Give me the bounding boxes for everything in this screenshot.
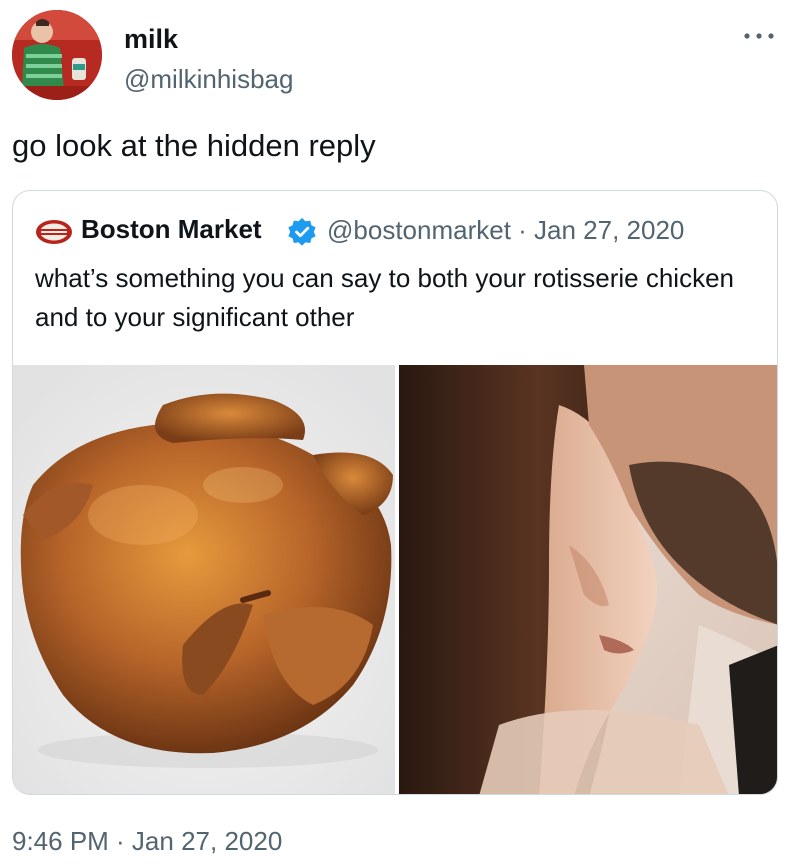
more-options-icon[interactable] <box>742 26 776 46</box>
rotisserie-chicken-image[interactable] <box>13 365 395 794</box>
avatar[interactable] <box>12 10 102 100</box>
boston-market-logo-icon <box>35 219 73 245</box>
verified-badge-icon <box>287 217 317 247</box>
quoted-author-handle-date[interactable]: @bostonmarket · Jan 27, 2020 <box>327 215 684 246</box>
tweet-header: milk @milkinhisbag <box>12 10 778 100</box>
author-handle[interactable]: @milkinhisbag <box>124 64 293 95</box>
couple-photo-image[interactable] <box>399 365 777 794</box>
quoted-tweet-text: what’s something you can say to both you… <box>35 263 734 332</box>
quoted-author-name[interactable]: Boston Market <box>81 214 262 245</box>
tweet-timestamp[interactable]: 9:46 PM · Jan 27, 2020 <box>12 826 282 857</box>
tweet-text: go look at the hidden reply <box>12 128 376 163</box>
author-display-name[interactable]: milk <box>124 24 178 55</box>
quoted-tweet-card[interactable]: Boston Market @bostonmarket · Jan 27, 20… <box>12 190 778 795</box>
